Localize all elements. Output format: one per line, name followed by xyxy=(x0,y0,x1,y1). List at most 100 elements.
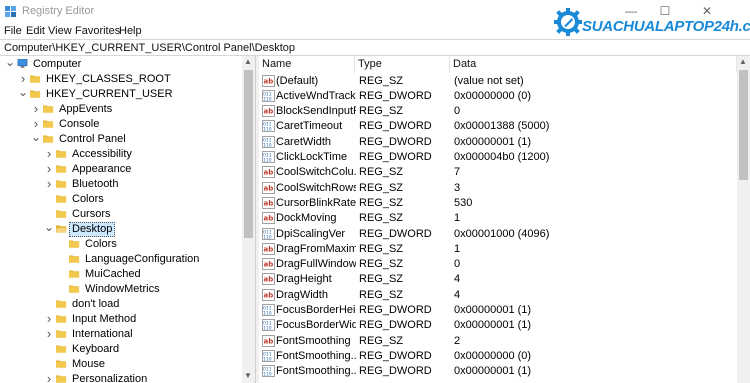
tree-item[interactable]: › Appearance xyxy=(0,162,242,177)
value-row[interactable]: 011 110 DpiScalingVer REG_DWORD 0x00001000 (… xyxy=(259,227,737,242)
tree-item[interactable]: Mouse xyxy=(0,357,242,372)
value-row[interactable]: abBlockSendInputR...REG_SZ 0 xyxy=(259,104,737,119)
value-row[interactable]: 011 110 CaretWidth REG_DWORD 0x00000001 (1) xyxy=(259,135,737,150)
value-data: 4 xyxy=(454,273,461,286)
tree-item-label: Personalization xyxy=(72,373,148,383)
value-data: 0x00000000 (0) xyxy=(454,349,532,362)
value-row[interactable]: ab DragHeight REG_SZ 4 xyxy=(259,272,737,287)
tree-item[interactable]: ⌄ Control Panel xyxy=(0,131,242,147)
collapsed-arrow-icon[interactable]: › xyxy=(31,117,41,130)
column-header-data[interactable]: Data xyxy=(450,56,737,73)
value-row[interactable]: 011 110 FontSmoothing... REG_DWORD 0x0000000… xyxy=(259,349,737,364)
value-type: REG_DWORD xyxy=(359,135,432,148)
tree-item-label: Control Panel xyxy=(59,133,126,145)
binary-value-icon: 011110 xyxy=(262,365,275,377)
string-value-icon: ab xyxy=(262,105,275,117)
value-data: 3 xyxy=(454,181,461,194)
value-row[interactable]: ab FontSmoothing REG_SZ 2 xyxy=(259,334,737,349)
tree-item[interactable]: ⌄ HKEY_CURRENT_USER xyxy=(0,86,242,102)
tree-item-label: AppEvents xyxy=(59,103,113,115)
scroll-down-icon[interactable]: ▼ xyxy=(242,370,254,382)
value-row[interactable]: ab CursorBlinkRate REG_SZ 530 xyxy=(259,196,737,211)
value-name: DragFullWindows xyxy=(276,258,356,271)
column-header-type[interactable]: Type xyxy=(355,56,450,73)
value-row[interactable]: abDragFromMaxim...REG_SZ 1 xyxy=(259,242,737,257)
tree-item[interactable]: › HKEY_CLASSES_ROOT xyxy=(0,72,242,87)
tree-scrollbar-thumb[interactable] xyxy=(244,70,253,238)
collapsed-arrow-icon[interactable]: › xyxy=(31,102,41,115)
value-name: FocusBorderWidth xyxy=(276,319,356,332)
tree-item-label: Desktop xyxy=(69,222,116,237)
values-scrollbar[interactable]: ▲ xyxy=(737,56,750,383)
tree-item[interactable]: MuiCached xyxy=(0,267,242,282)
value-row[interactable]: ab DragFullWindows REG_SZ 0 xyxy=(259,257,737,272)
tree-item[interactable]: LanguageConfiguration xyxy=(0,252,242,267)
tree-item[interactable]: WindowMetrics xyxy=(0,282,242,297)
value-row[interactable]: ab CoolSwitchColu... REG_SZ 7 xyxy=(259,165,737,180)
folder-icon xyxy=(56,195,67,203)
value-name: DpiScalingVer xyxy=(276,227,346,240)
tree-item[interactable]: ⌄ Desktop xyxy=(0,221,242,237)
value-row[interactable]: ab (Default) REG_SZ (value not set) xyxy=(259,74,737,89)
value-row[interactable]: ab CoolSwitchRows REG_SZ 3 xyxy=(259,181,737,196)
collapsed-arrow-icon[interactable]: › xyxy=(44,372,54,383)
tree-item[interactable]: Keyboard xyxy=(0,342,242,357)
tree-item[interactable]: › Bluetooth xyxy=(0,177,242,192)
string-value-icon: ab xyxy=(262,334,275,347)
scroll-up-icon[interactable]: ▲ xyxy=(242,56,254,68)
collapsed-arrow-icon[interactable]: › xyxy=(44,147,54,160)
expanded-arrow-icon[interactable]: ⌄ xyxy=(18,86,28,100)
watermark-logo-text: SUACHUALAPTOP24h.com xyxy=(582,18,750,35)
tree-scrollbar[interactable]: ▲ ▼ xyxy=(242,56,255,383)
collapsed-arrow-icon[interactable]: › xyxy=(44,162,54,175)
value-row[interactable]: 011 110 ClickLockTime REG_DWORD 0x000004b0 (… xyxy=(259,150,737,165)
expanded-arrow-icon[interactable]: ⌄ xyxy=(5,56,15,70)
column-header-name[interactable]: Name xyxy=(259,56,355,73)
folder-icon xyxy=(69,240,80,248)
value-data: 530 xyxy=(454,196,473,209)
open-folder-icon xyxy=(56,225,67,233)
value-row[interactable]: 011110FocusBorderWidthREG_DWORD 0x0000000… xyxy=(259,318,737,333)
folder-icon xyxy=(56,210,67,218)
collapsed-arrow-icon[interactable]: › xyxy=(18,72,28,85)
tree-item[interactable]: › Accessibility xyxy=(0,147,242,162)
value-name: DockMoving xyxy=(276,212,337,225)
value-row[interactable]: 011110FocusBorderHeig...REG_DWORD 0x00000… xyxy=(259,303,737,318)
folder-icon xyxy=(69,255,80,263)
tree-item[interactable]: › Input Method xyxy=(0,312,242,327)
binary-value-icon: 011110 xyxy=(262,227,275,240)
address-bar[interactable]: Computer\HKEY_CURRENT_USER\Control Panel… xyxy=(0,39,750,56)
expanded-arrow-icon[interactable]: ⌄ xyxy=(44,221,54,235)
binary-value-icon: 011110 xyxy=(262,319,275,331)
tree-item[interactable]: › Personalization xyxy=(0,372,242,383)
tree-item[interactable]: Cursors xyxy=(0,207,242,222)
tree-item[interactable]: › AppEvents xyxy=(0,102,242,117)
folder-icon xyxy=(69,285,80,293)
menu-file[interactable]: File xyxy=(4,25,22,37)
values-scrollbar-thumb[interactable] xyxy=(739,70,748,180)
tree-item[interactable]: Colors xyxy=(0,237,242,252)
scroll-up-icon[interactable]: ▲ xyxy=(737,56,749,68)
tree-item[interactable]: Colors xyxy=(0,192,242,207)
menu-favorites[interactable]: Favorites xyxy=(75,25,120,37)
tree-item[interactable]: › International xyxy=(0,327,242,342)
menu-view[interactable]: View xyxy=(48,25,72,37)
collapsed-arrow-icon[interactable]: › xyxy=(44,327,54,340)
value-name: FontSmoothing... xyxy=(276,365,356,378)
folder-icon xyxy=(30,75,41,83)
tree-item-label: Input Method xyxy=(72,313,137,325)
value-row[interactable]: 011 110 FontSmoothing... REG_DWORD 0x0000000… xyxy=(259,364,737,379)
value-row[interactable]: 011110ActiveWndTrackT...REG_DWORD 0x00000… xyxy=(259,89,737,104)
value-row[interactable]: ab DragWidth REG_SZ 4 xyxy=(259,288,737,303)
collapsed-arrow-icon[interactable]: › xyxy=(44,312,54,325)
menu-help[interactable]: Help xyxy=(119,25,142,37)
value-data: 4 xyxy=(454,288,461,301)
expanded-arrow-icon[interactable]: ⌄ xyxy=(31,131,41,145)
value-row[interactable]: ab DockMoving REG_SZ 1 xyxy=(259,211,737,226)
menu-edit[interactable]: Edit xyxy=(26,25,45,37)
collapsed-arrow-icon[interactable]: › xyxy=(44,177,54,190)
tree-item[interactable]: don't load xyxy=(0,297,242,312)
tree-item[interactable]: ⌄ Computer xyxy=(0,56,242,72)
value-row[interactable]: 011 110 CaretTimeout REG_DWORD 0x00001388 (5… xyxy=(259,119,737,134)
folder-icon xyxy=(56,375,67,383)
